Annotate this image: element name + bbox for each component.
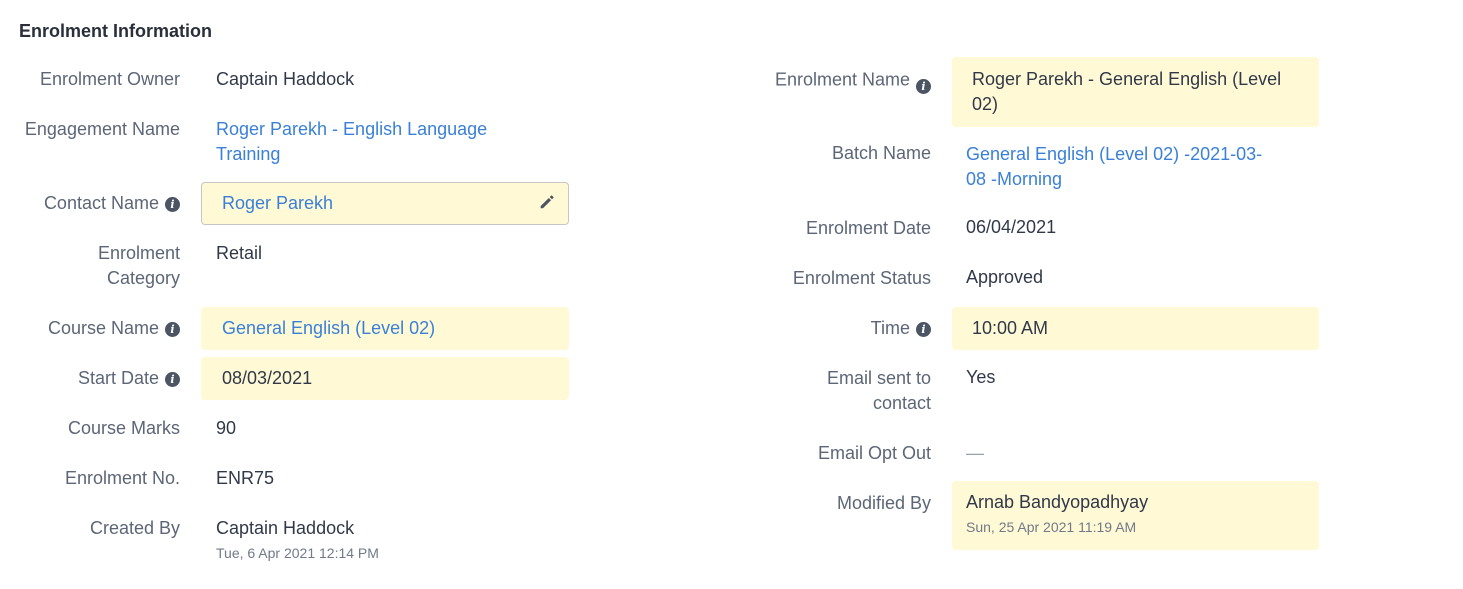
info-icon[interactable]: i xyxy=(916,79,931,94)
email-sent-label-line2: contact xyxy=(872,393,931,413)
contact-name-link[interactable]: Roger Parekh xyxy=(222,191,333,216)
created-by-value: Captain Haddock Tue, 6 Apr 2021 12:14 PM xyxy=(216,516,379,563)
engagement-name-line2: Training xyxy=(216,144,281,164)
contact-name-label: Contact Name i xyxy=(0,191,180,216)
info-icon[interactable]: i xyxy=(165,196,180,212)
enrolment-category-label: Enrolment Category xyxy=(0,241,180,291)
start-date-value: 08/03/2021 xyxy=(222,368,313,388)
start-date-field[interactable]: 08/03/2021 xyxy=(201,357,569,400)
info-icon[interactable]: i xyxy=(916,321,931,337)
email-opt-out-value: — xyxy=(966,443,984,463)
time-label: Time i xyxy=(700,316,931,341)
batch-name-link[interactable]: General English (Level 02) -2021-03- 08 … xyxy=(966,142,1262,192)
start-date-label-text: Start Date xyxy=(77,368,159,388)
modified-by-label: Modified By xyxy=(836,493,931,513)
contact-name-field[interactable]: Roger Parekh xyxy=(201,182,569,225)
engagement-name-line1: Roger Parekh - English Language xyxy=(216,119,488,139)
engagement-name-link[interactable]: Roger Parekh - English Language Training xyxy=(216,117,487,167)
course-marks-value: 90 xyxy=(216,418,237,438)
course-name-link[interactable]: General English (Level 02) xyxy=(222,316,435,341)
enrolment-name-label: Enrolment Name i xyxy=(700,67,931,94)
enrolment-name-field[interactable]: Roger Parekh - General English (Level 02… xyxy=(952,57,1319,127)
email-sent-label-line1: Email sent to xyxy=(826,368,931,388)
batch-name-label: Batch Name xyxy=(831,143,931,163)
email-opt-out-label: Email Opt Out xyxy=(817,443,931,463)
enrolment-name-line1: Roger Parekh - General English (Level xyxy=(972,69,1282,89)
course-name-label-text: Course Name xyxy=(47,318,159,338)
batch-name-line1: General English (Level 02) -2021-03- xyxy=(966,144,1263,164)
enrolment-owner-value: Captain Haddock xyxy=(216,69,355,89)
contact-name-label-text: Contact Name xyxy=(43,193,159,213)
modified-by-name: Arnab Bandyopadhyay xyxy=(966,492,1149,512)
time-value: 10:00 AM xyxy=(972,318,1049,338)
modified-by-field: Arnab Bandyopadhyay Sun, 25 Apr 2021 11:… xyxy=(952,481,1319,550)
enrolment-name-value: Roger Parekh - General English (Level 02… xyxy=(972,67,1281,117)
time-field[interactable]: 10:00 AM xyxy=(952,307,1319,350)
info-icon[interactable]: i xyxy=(165,371,180,387)
engagement-name-label: Engagement Name xyxy=(24,119,180,139)
email-sent-label: Email sent to contact xyxy=(700,366,931,416)
enrolment-category-value: Retail xyxy=(216,243,263,263)
enrolment-date-value: 06/04/2021 xyxy=(966,217,1057,237)
modified-by-value: Arnab Bandyopadhyay Sun, 25 Apr 2021 11:… xyxy=(966,490,1148,537)
enrolment-no-label: Enrolment No. xyxy=(64,468,180,488)
enrolment-category-label-line1: Enrolment xyxy=(97,243,180,263)
modified-by-timestamp: Sun, 25 Apr 2021 11:19 AM xyxy=(966,519,1137,535)
time-label-text: Time xyxy=(870,318,910,338)
enrolment-owner-label: Enrolment Owner xyxy=(39,69,180,89)
pencil-icon[interactable] xyxy=(538,193,556,211)
created-by-timestamp: Tue, 6 Apr 2021 12:14 PM xyxy=(216,545,379,561)
course-name-field[interactable]: General English (Level 02) xyxy=(201,307,569,350)
course-name-label: Course Name i xyxy=(0,316,180,341)
enrolment-status-label: Enrolment Status xyxy=(792,268,931,288)
info-icon[interactable]: i xyxy=(165,321,180,337)
start-date-label: Start Date i xyxy=(0,366,180,391)
enrolment-date-label: Enrolment Date xyxy=(805,218,931,238)
created-by-name: Captain Haddock xyxy=(216,518,355,538)
section-title: Enrolment Information xyxy=(19,21,212,41)
enrolment-name-line2: 02) xyxy=(972,94,999,114)
enrolment-name-label-text: Enrolment Name xyxy=(774,69,910,90)
course-marks-label: Course Marks xyxy=(67,418,180,438)
created-by-label: Created By xyxy=(89,518,180,538)
enrolment-no-value: ENR75 xyxy=(216,468,275,488)
enrolment-status-value: Approved xyxy=(966,267,1044,287)
batch-name-line2: 08 -Morning xyxy=(966,169,1063,189)
email-sent-value: Yes xyxy=(966,367,996,387)
enrolment-category-label-line2: Category xyxy=(106,268,180,288)
